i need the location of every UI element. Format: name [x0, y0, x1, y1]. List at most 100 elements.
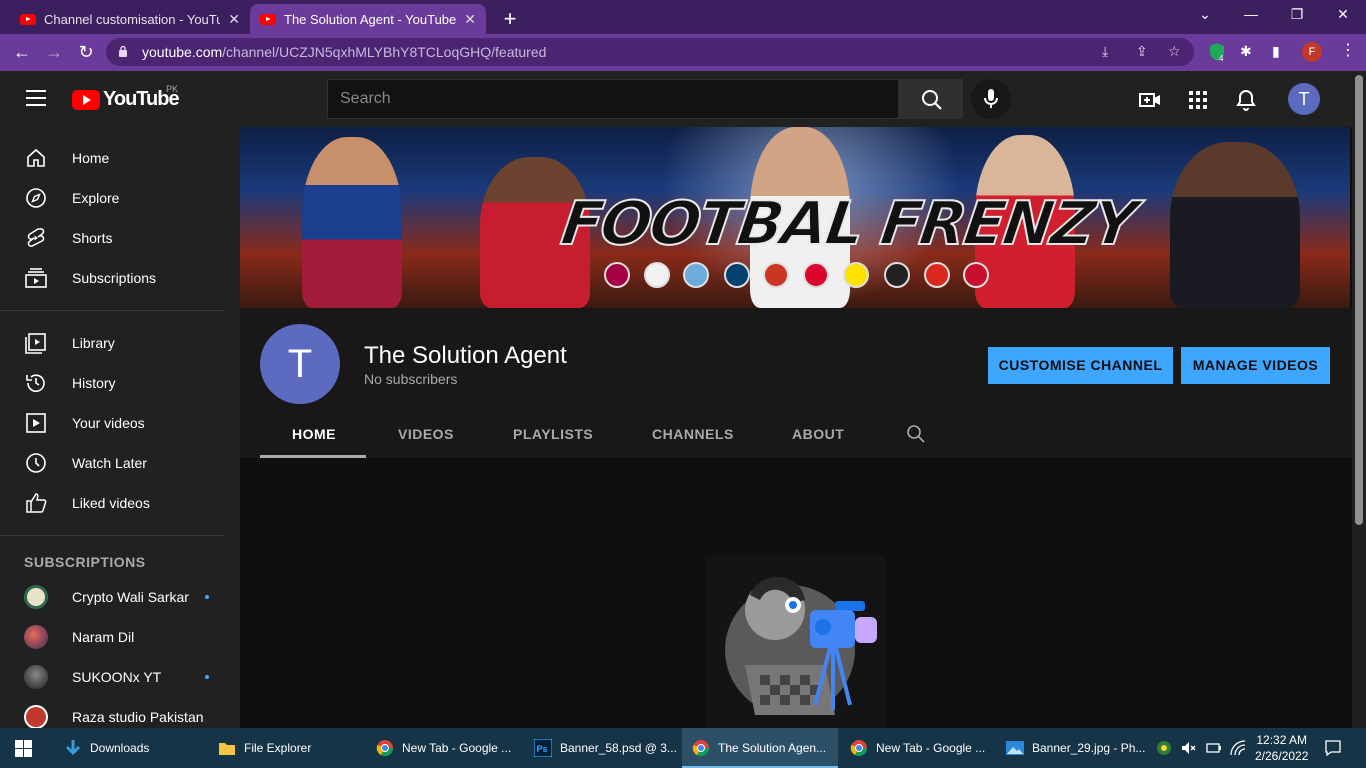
share-icon[interactable]: ⇪	[1136, 43, 1148, 60]
minimize-icon[interactable]: —	[1228, 6, 1274, 22]
browser-tab-channel-customisation[interactable]: Channel customisation - YouTube ✕	[10, 4, 250, 34]
new-tab-icon[interactable]: +	[498, 6, 522, 32]
lock-icon[interactable]	[118, 45, 128, 57]
create-video-icon[interactable]	[1138, 88, 1162, 112]
account-avatar[interactable]: T	[1288, 83, 1320, 115]
sidebar-item-subscriptions[interactable]: Subscriptions	[0, 258, 240, 298]
channel-avatar	[24, 625, 48, 649]
sidebar-item-label: Liked videos	[72, 495, 150, 511]
new-content-dot	[205, 675, 209, 679]
taskbar-item-photos[interactable]: Banner_29.jpg - Ph...	[998, 728, 1148, 768]
customise-channel-button[interactable]: CUSTOMISE CHANNEL	[988, 347, 1173, 384]
system-clock[interactable]: 12:32 AM 2/26/2022	[1255, 732, 1308, 764]
tab-title: The Solution Agent - YouTube	[284, 11, 457, 27]
photoshop-icon: Ps	[534, 739, 552, 757]
club-badge-icon	[724, 262, 750, 288]
side-panel-icon[interactable]: ▮	[1272, 43, 1280, 60]
sidebar-item-library[interactable]: Library	[0, 323, 240, 363]
taskbar-item-photoshop[interactable]: Ps Banner_58.psd @ 3...	[526, 728, 678, 768]
taskbar-item-file-explorer[interactable]: File Explorer	[210, 728, 366, 768]
wifi-icon[interactable]	[1230, 740, 1246, 756]
country-code: PK	[166, 84, 179, 94]
reload-icon[interactable]: ↻	[74, 42, 98, 62]
channel-search-icon[interactable]	[906, 424, 926, 444]
youtube-favicon-icon	[260, 13, 276, 25]
clock-icon	[26, 453, 46, 473]
search-button[interactable]	[899, 79, 963, 119]
folder-icon	[219, 743, 235, 755]
sidebar-item-your-videos[interactable]: Your videos	[0, 403, 240, 443]
subscriptions-icon	[25, 268, 47, 288]
install-icon[interactable]: ⤓	[1102, 43, 1108, 60]
sidebar-divider	[0, 310, 224, 311]
restore-icon[interactable]: ❐	[1274, 6, 1320, 23]
sidebar-subscription-sukoonx-yt[interactable]: SUKOONx YT	[0, 657, 240, 697]
windows-start-icon[interactable]	[15, 740, 32, 757]
taskbar-item-downloads[interactable]: Downloads	[56, 728, 208, 768]
taskbar-item-chrome-new-tab-2[interactable]: New Tab - Google ...	[840, 728, 996, 768]
back-icon[interactable]: ←	[10, 42, 34, 62]
sidebar-item-liked-videos[interactable]: Liked videos	[0, 483, 240, 523]
banner-title: FOOTBAL FRENZY	[556, 188, 1140, 260]
camera-operator-illustration	[725, 576, 877, 715]
tray-app-icon[interactable]	[1156, 740, 1172, 756]
empty-channel-illustration	[705, 555, 885, 728]
tab-videos[interactable]: VIDEOS	[398, 426, 454, 442]
extensions-puzzle-icon[interactable]: ✱	[1240, 43, 1252, 60]
browser-tab-solution-agent[interactable]: The Solution Agent - YouTube ✕	[250, 4, 486, 34]
apps-grid-icon[interactable]	[1186, 88, 1210, 112]
speaker-muted-icon[interactable]	[1180, 740, 1196, 756]
sidebar-item-explore[interactable]: Explore	[0, 178, 240, 218]
sidebar-subscription-naram-dil[interactable]: Naram Dil	[0, 617, 240, 657]
new-content-dot	[205, 595, 209, 599]
scrollbar-thumb[interactable]	[1355, 75, 1363, 525]
search-input[interactable]	[328, 80, 898, 118]
battery-icon[interactable]	[1206, 741, 1222, 755]
tab-about[interactable]: ABOUT	[792, 426, 844, 442]
bookmark-star-icon[interactable]: ☆	[1168, 43, 1181, 60]
notification-center-icon[interactable]	[1324, 739, 1342, 757]
thumbs-up-icon	[26, 493, 47, 513]
club-badge-icon	[803, 262, 829, 288]
youtube-logo[interactable]: YouTube PK	[72, 84, 180, 111]
sidebar-item-history[interactable]: History	[0, 363, 240, 403]
channel-header: T The Solution Agent No subscribers CUST…	[240, 308, 1352, 458]
browser-profile-avatar[interactable]: F	[1302, 42, 1322, 62]
sidebar-subscription-raza-studio-pakistan[interactable]: Raza studio Pakistan	[0, 697, 240, 728]
close-tab-icon[interactable]: ✕	[228, 11, 240, 28]
sidebar-item-watch-later[interactable]: Watch Later	[0, 443, 240, 483]
sidebar-item-home[interactable]: Home	[0, 138, 240, 178]
tab-channels[interactable]: CHANNELS	[652, 426, 734, 442]
manage-videos-button[interactable]: MANAGE VIDEOS	[1181, 347, 1330, 384]
tab-playlists[interactable]: PLAYLISTS	[513, 426, 593, 442]
window-close-icon[interactable]: ✕	[1320, 6, 1366, 23]
microphone-icon	[984, 89, 998, 108]
sidebar-item-shorts[interactable]: Shorts	[0, 218, 240, 258]
shorts-icon	[27, 228, 45, 247]
sidebar-item-label: Raza studio Pakistan	[72, 709, 204, 725]
player-figure-left	[302, 137, 402, 308]
taskbar-item-chrome-new-tab[interactable]: New Tab - Google ...	[368, 728, 524, 768]
tab-search-chevron-icon[interactable]: ⌄	[1182, 6, 1228, 23]
taskbar-item-chrome-solution-agent[interactable]: The Solution Agen...	[682, 728, 838, 768]
voice-search-button[interactable]	[971, 79, 1011, 119]
page-scrollbar[interactable]	[1352, 71, 1366, 728]
sidebar-subscription-crypto-wali-sarkar[interactable]: Crypto Wali Sarkar	[0, 577, 240, 617]
windows-taskbar: Downloads File Explorer New Tab - Google…	[0, 728, 1366, 768]
sidebar-item-label: SUKOONx YT	[72, 669, 162, 685]
sidebar-divider	[0, 535, 224, 536]
youtube-play-icon	[72, 89, 100, 110]
sidebar-item-label: Crypto Wali Sarkar	[72, 589, 189, 605]
tab-home[interactable]: HOME	[292, 426, 336, 442]
address-bar[interactable]: youtube.com/channel/UCZJN5qxhMLYBhY8TCLo…	[106, 38, 1194, 66]
chrome-icon	[850, 740, 868, 757]
browser-menu-icon[interactable]: ⋮	[1340, 40, 1356, 60]
sidebar-item-label: Naram Dil	[72, 629, 135, 645]
channel-name: The Solution Agent	[364, 342, 567, 369]
forward-icon[interactable]: →	[42, 42, 66, 62]
shield-extension-icon[interactable]: 4	[1208, 42, 1226, 62]
subscriber-count: No subscribers	[364, 371, 458, 387]
notifications-bell-icon[interactable]	[1234, 88, 1258, 112]
close-tab-icon[interactable]: ✕	[464, 11, 476, 28]
menu-hamburger-icon[interactable]	[26, 90, 46, 106]
